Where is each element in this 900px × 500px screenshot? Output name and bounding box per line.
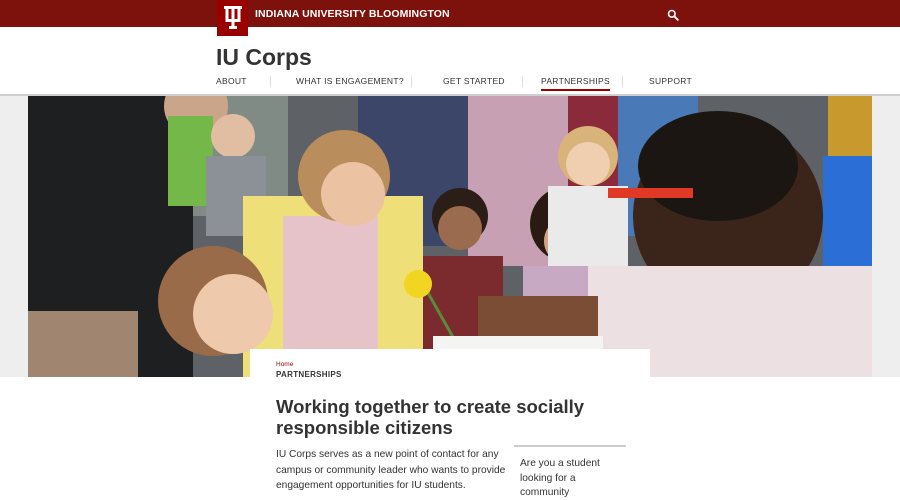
nav-divider bbox=[622, 76, 623, 87]
campus-name-link[interactable]: INDIANA UNIVERSITY BLOOMINGTON bbox=[255, 8, 450, 20]
nav-item-get-started[interactable]: GET STARTED bbox=[443, 76, 505, 86]
iu-trident-logo[interactable] bbox=[217, 0, 248, 36]
nav-item-partnerships[interactable]: PARTNERSHIPS bbox=[541, 76, 610, 91]
search-button[interactable] bbox=[667, 8, 679, 21]
breadcrumb-home-link[interactable]: Home bbox=[276, 361, 293, 368]
nav-item-support[interactable]: SUPPORT bbox=[649, 76, 692, 86]
nav-divider bbox=[522, 76, 523, 87]
search-icon bbox=[667, 9, 679, 21]
nav-divider bbox=[270, 76, 271, 87]
hero-photo bbox=[28, 96, 872, 377]
aside-divider bbox=[514, 445, 626, 447]
main-headline: Working together to create socially resp… bbox=[276, 396, 585, 438]
site-title[interactable]: IU Corps bbox=[216, 44, 312, 71]
page-title: PARTNERSHIPS bbox=[276, 370, 342, 379]
iu-top-bar bbox=[0, 0, 900, 27]
nav-item-about[interactable]: ABOUT bbox=[216, 76, 247, 86]
main-nav: ABOUT WHAT IS ENGAGEMENT? GET STARTED PA… bbox=[216, 76, 692, 91]
nav-item-what-is-engagement[interactable]: WHAT IS ENGAGEMENT? bbox=[296, 76, 404, 86]
iu-trident-icon bbox=[223, 6, 242, 29]
nav-divider bbox=[411, 76, 412, 87]
aside-callout: Are you a student looking for a communit… bbox=[520, 458, 600, 498]
intro-paragraph: IU Corps serves as a new point of contac… bbox=[276, 449, 506, 491]
